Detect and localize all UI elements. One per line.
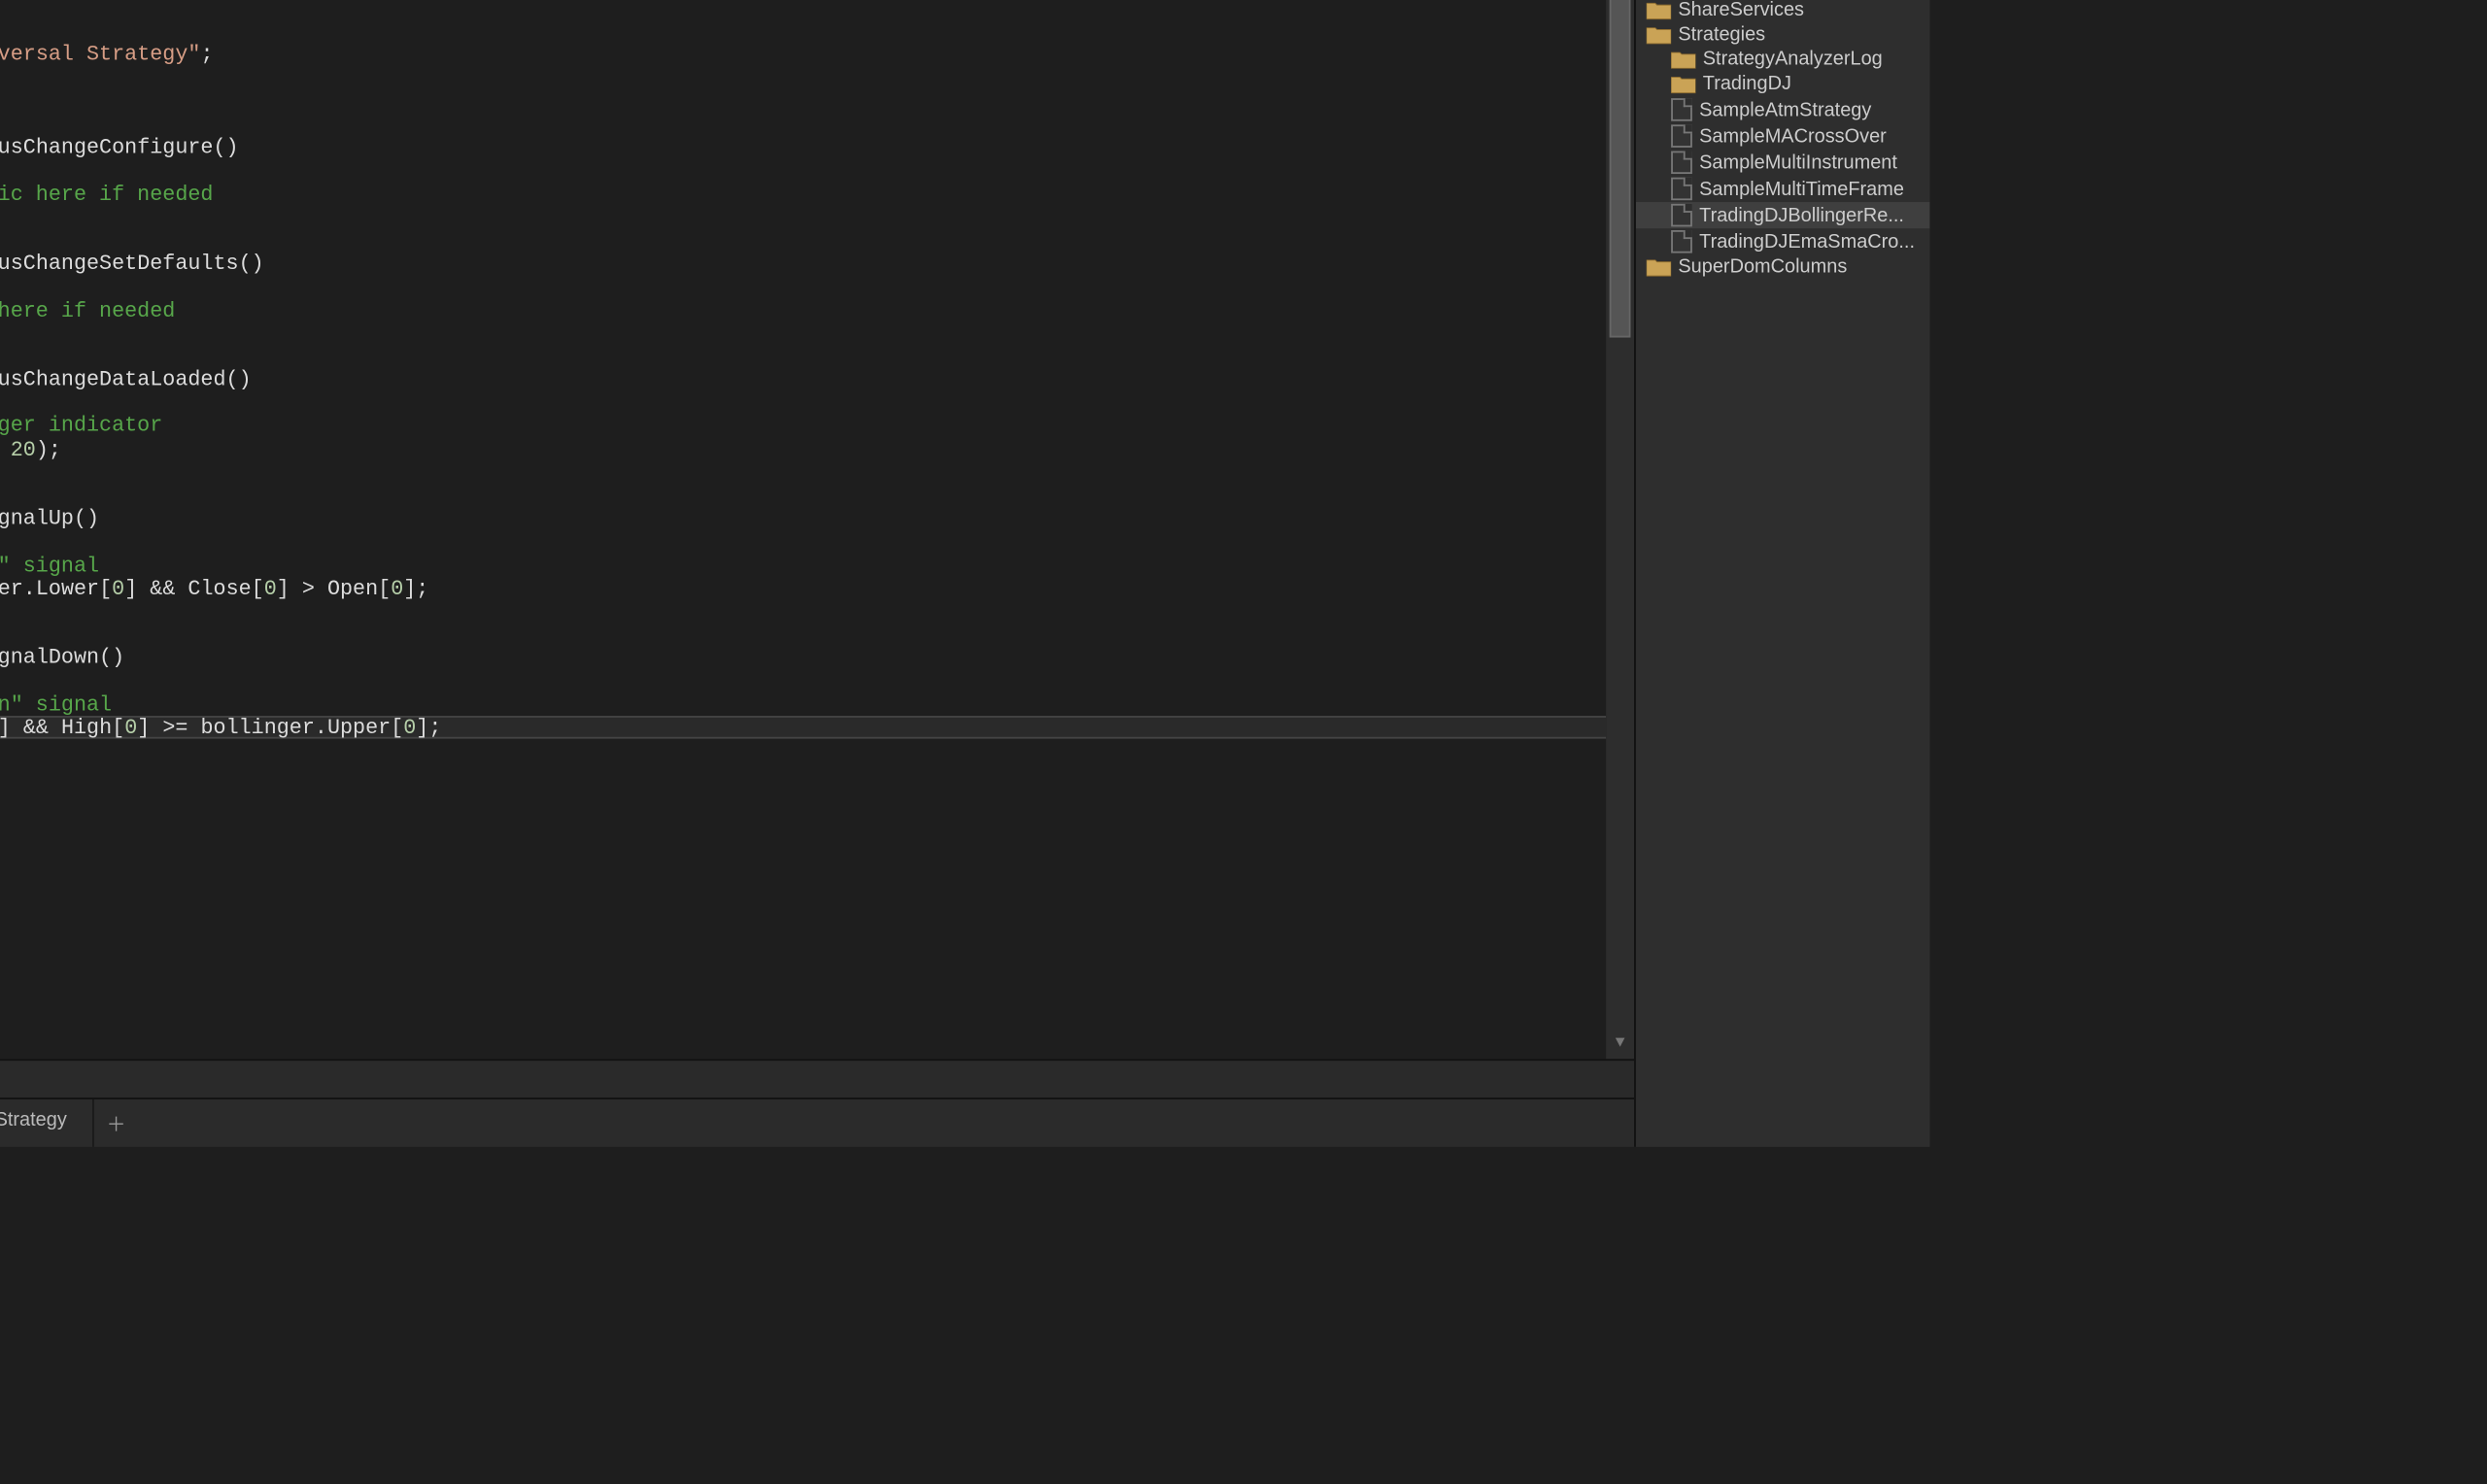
code-line[interactable]: protected override void StatusChangeData… — [0, 369, 1606, 392]
tree-folder[interactable]: SuperDomColumns — [1636, 254, 1930, 279]
tree-folder[interactable]: StrategyAnalyzerLog — [1636, 48, 1930, 72]
code-line[interactable]: } — [0, 784, 1606, 807]
code-line[interactable]: protected override void StatusChangeConf… — [0, 137, 1606, 160]
scroll-thumb[interactable] — [1610, 0, 1631, 338]
code-editor[interactable]: 1252627282930313233343536373839404142434… — [0, 0, 1634, 1059]
tree-label: SampleMultiTimeFrame — [1699, 179, 1904, 200]
file-icon — [1671, 124, 1692, 148]
tree-file[interactable]: TradingDJEmaSmaCro... — [1636, 228, 1930, 254]
code-line[interactable]: return Low[0] <= bollinger.Lower[0] && C… — [0, 578, 1606, 601]
tree-folder[interactable]: TradingDJ — [1636, 72, 1930, 96]
code-line[interactable]: { — [0, 277, 1606, 300]
tree-label: SampleMultiInstrument — [1699, 152, 1897, 173]
scroll-down-arrow[interactable]: ▼ — [1616, 1032, 1625, 1056]
code-text[interactable]: Using declarations //This namespace hold… — [0, 0, 1606, 1059]
tree-file[interactable]: SampleAtmStrategy — [1636, 96, 1930, 122]
tree-label: ShareServices — [1678, 0, 1804, 20]
code-line[interactable]: protected override void StatusChangeSetD… — [0, 253, 1606, 277]
editor-column: 1252627282930313233343536373839404142434… — [0, 0, 1634, 1147]
file-icon — [1671, 230, 1692, 253]
file-icon — [1671, 151, 1692, 174]
tree-folder[interactable]: Strategies — [1636, 22, 1930, 47]
tree-label: TradingDJEmaSmaCro... — [1699, 231, 1915, 253]
tree-folder[interactable]: ShareServices — [1636, 0, 1930, 22]
code-line[interactable]: get — [0, 0, 1606, 21]
code-line[interactable]: { — [0, 160, 1606, 184]
tree-label: Strategies — [1678, 24, 1765, 46]
code-line[interactable]: return "Bollinger Reversal Strategy"; — [0, 45, 1606, 68]
code-line[interactable]: } — [0, 601, 1606, 624]
file-icon — [1671, 178, 1692, 201]
code-line[interactable]: // Add configuration logic here if neede… — [0, 184, 1606, 207]
code-line[interactable]: // Add default settings here if needed — [0, 300, 1606, 323]
code-line[interactable]: { — [0, 531, 1606, 555]
code-line[interactable] — [0, 346, 1606, 369]
vertical-scrollbar[interactable]: ▲ ▼ — [1606, 0, 1634, 1059]
tree-file[interactable]: SampleMultiInstrument — [1636, 150, 1930, 176]
code-line[interactable]: { — [0, 21, 1606, 45]
ninjascript-explorer: NinjaScript Explorer 📌 AddOnsBarsTypesCh… — [1634, 0, 1929, 1147]
code-line[interactable]: // Conditions for an "Up" signal — [0, 555, 1606, 578]
folder-icon — [1671, 50, 1695, 69]
code-line[interactable] — [0, 486, 1606, 509]
code-line[interactable] — [0, 114, 1606, 137]
folder-icon — [1647, 1, 1671, 20]
file-tab[interactable]: TdjSourceBaseStrategy — [0, 1099, 93, 1147]
code-line[interactable]: protected override bool IsSignalDown() — [0, 648, 1606, 671]
code-line[interactable]: } — [0, 207, 1606, 230]
tree-file[interactable]: SampleMACrossOver — [1636, 123, 1930, 150]
code-line[interactable]: } — [0, 462, 1606, 486]
code-line[interactable]: } — [0, 91, 1606, 115]
tree-label: StrategyAnalyzerLog — [1703, 49, 1883, 70]
tree-label: TradingDJBollingerRe... — [1699, 205, 1904, 226]
folder-icon — [1671, 75, 1695, 94]
code-line[interactable] — [0, 807, 1606, 830]
add-tab-button[interactable]: ＋ — [93, 1099, 139, 1147]
code-line[interactable]: protected override bool IsSignalUp() — [0, 509, 1606, 532]
code-line[interactable]: } — [0, 322, 1606, 346]
tree-file[interactable]: SampleMultiTimeFrame — [1636, 176, 1930, 202]
main-split: 1252627282930313233343536373839404142434… — [0, 0, 1929, 1147]
folder-icon — [1647, 257, 1671, 277]
scroll-track[interactable] — [1606, 0, 1634, 1032]
tree-label: SuperDomColumns — [1678, 256, 1847, 278]
status-bar — [0, 1059, 1634, 1097]
code-line[interactable]: { — [0, 392, 1606, 416]
file-tabs: TradingDJBollingerReversalStrategyTdjSou… — [0, 1097, 1634, 1147]
folder-icon — [1647, 25, 1671, 45]
tree-file[interactable]: TradingDJBollingerRe... — [1636, 202, 1930, 228]
code-line[interactable]: return Close[0] < Open[0] && High[0] >= … — [0, 716, 1606, 739]
explorer-tree[interactable]: AddOnsBarsTypesChartStylesDrawingToolsIm… — [1636, 0, 1930, 1147]
code-line[interactable]: } — [0, 760, 1606, 784]
tree-label: SampleMACrossOver — [1699, 125, 1887, 147]
code-line[interactable] — [0, 230, 1606, 253]
code-line[interactable]: bollinger = Bollinger(2, 20); — [0, 439, 1606, 462]
code-line[interactable]: { — [0, 671, 1606, 694]
file-icon — [1671, 98, 1692, 121]
file-icon — [1671, 204, 1692, 227]
tree-label: TradingDJ — [1703, 74, 1791, 95]
code-line[interactable] — [0, 624, 1606, 648]
code-line[interactable]: // Initialize the Bollinger indicator — [0, 416, 1606, 439]
code-line[interactable]: } — [0, 68, 1606, 91]
tree-label: SampleAtmStrategy — [1699, 99, 1871, 120]
code-line[interactable]: } — [0, 737, 1606, 760]
code-line[interactable]: // Conditions for a "Down" signal — [0, 694, 1606, 718]
